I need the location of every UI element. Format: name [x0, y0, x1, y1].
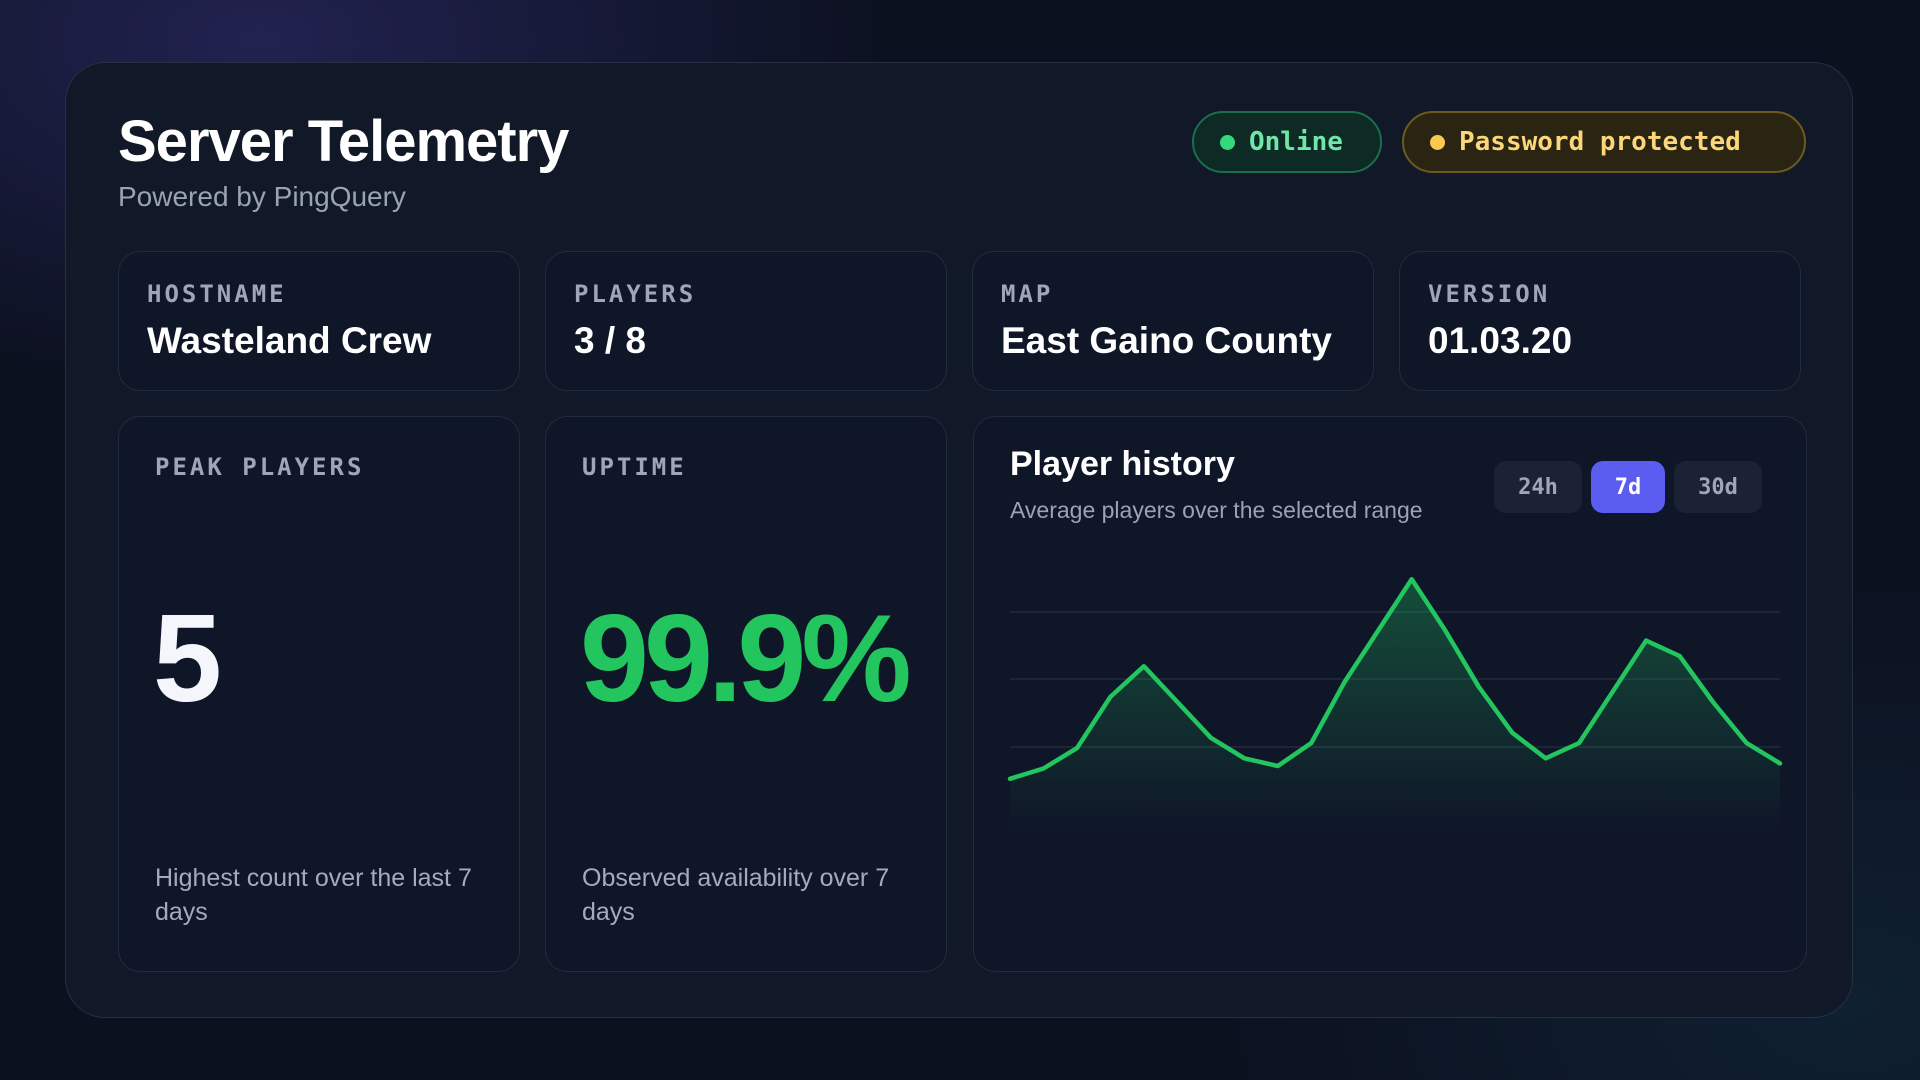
online-dot-icon [1220, 134, 1235, 150]
peak-players-tile: PEAK PLAYERS 5 Highest count over the la… [118, 416, 520, 972]
range-24h-button[interactable]: 24h [1494, 461, 1582, 513]
map-tile: MAP East Gaino County [972, 251, 1374, 391]
telemetry-card: Server Telemetry Powered by PingQuery On… [65, 62, 1853, 1018]
range-7d-button[interactable]: 7d [1591, 461, 1665, 513]
players-value: 3 / 8 [574, 320, 646, 361]
map-value: East Gaino County [1001, 320, 1332, 361]
page-subtitle: Powered by PingQuery [118, 181, 406, 212]
peak-players-label: PEAK PLAYERS [155, 453, 365, 481]
hostname-label: HOSTNAME [147, 280, 287, 308]
version-label: VERSION [1428, 280, 1551, 308]
status-badge-online: Online [1192, 111, 1382, 173]
page-title: Server Telemetry [118, 109, 569, 174]
chart-area-fill [1010, 579, 1780, 829]
uptime-description: Observed availability over 7 days [582, 864, 890, 926]
chart-subtitle: Average players over the selected range [1010, 497, 1423, 523]
hostname-value: Wasteland Crew [147, 320, 432, 361]
version-value: 01.03.20 [1428, 320, 1573, 361]
chart-title: Player history [1010, 445, 1235, 483]
peak-players-description: Highest count over the last 7 days [155, 864, 472, 926]
version-tile: VERSION 01.03.20 [1399, 251, 1801, 391]
map-label: MAP [1001, 280, 1054, 308]
status-badge-label: Password protected [1459, 127, 1741, 157]
players-label: PLAYERS [574, 280, 697, 308]
status-badge-label: Online [1249, 127, 1343, 157]
uptime-tile: UPTIME 99.9% Observed availability over … [545, 416, 947, 972]
peak-players-value: 5 [153, 590, 222, 728]
uptime-label: UPTIME [582, 453, 687, 481]
uptime-value: 99.9% [580, 590, 912, 728]
players-tile: PLAYERS 3 / 8 [545, 251, 947, 391]
password-dot-icon [1430, 134, 1445, 150]
range-30d-button[interactable]: 30d [1674, 461, 1762, 513]
player-history-panel: Player history Average players over the … [973, 416, 1807, 972]
hostname-tile: HOSTNAME Wasteland Crew [118, 251, 520, 391]
status-badge-password: Password protected [1402, 111, 1806, 173]
